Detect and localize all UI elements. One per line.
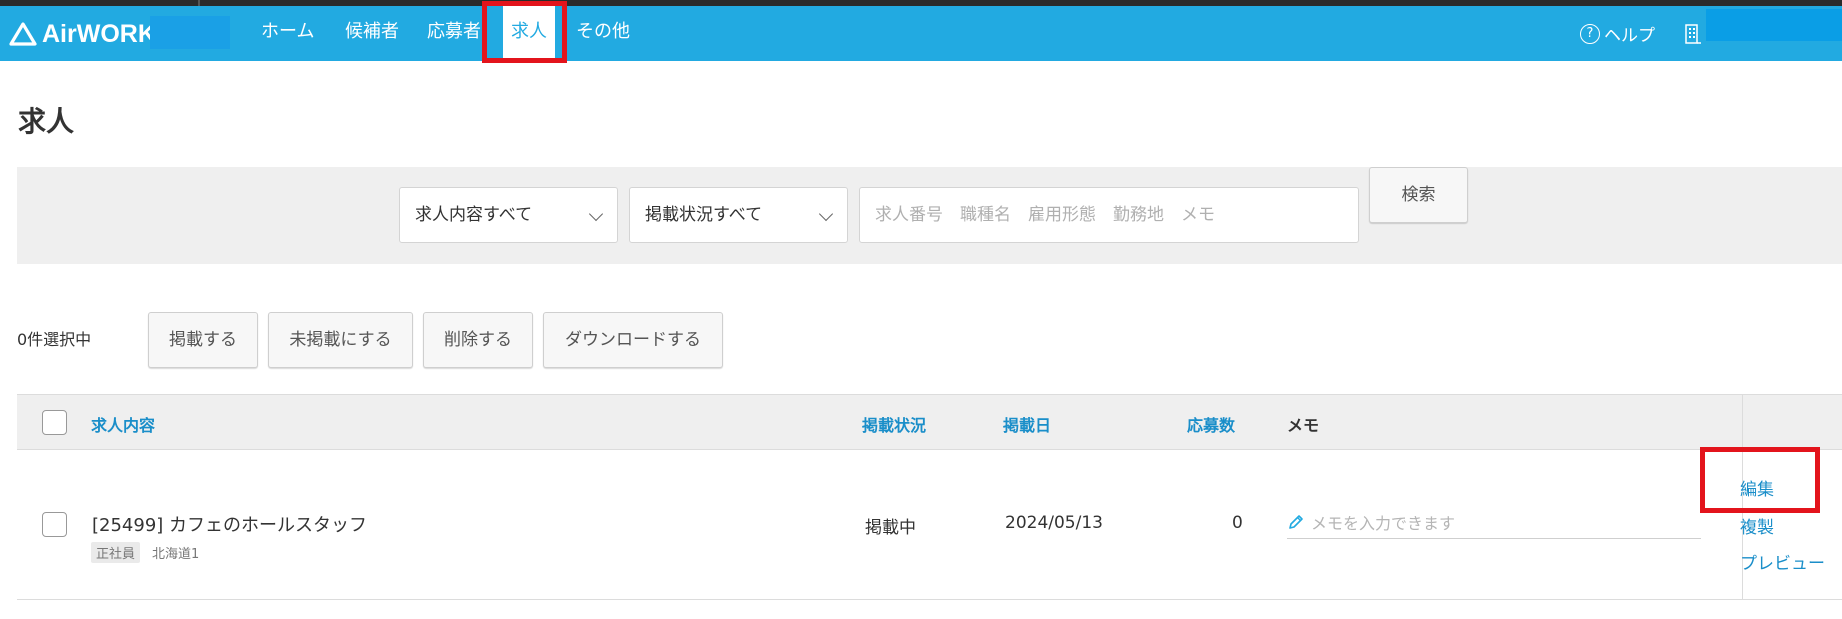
question-circle-icon: ? xyxy=(1580,23,1600,44)
search-button[interactable]: 検索 xyxy=(1369,167,1468,223)
building-icon xyxy=(1685,23,1701,44)
status-filter-value: 掲載状況すべて xyxy=(645,205,763,225)
highlight-frame-edit xyxy=(1700,447,1820,513)
column-applicants[interactable]: 応募数 xyxy=(1187,412,1235,436)
content-filter-select[interactable]: 求人内容すべて xyxy=(399,187,618,243)
memo-field[interactable]: メモを入力できます xyxy=(1287,505,1701,539)
nav-other[interactable]: その他 xyxy=(576,6,630,61)
memo-placeholder: メモを入力できます xyxy=(1311,513,1456,533)
unpublish-button[interactable]: 未掲載にする xyxy=(268,312,413,368)
redacted-area xyxy=(150,16,230,49)
pencil-icon xyxy=(1289,514,1303,529)
job-title[interactable]: [25499] カフェのホールスタッフ xyxy=(92,511,367,537)
nav-home[interactable]: ホーム xyxy=(261,6,314,61)
column-content[interactable]: 求人内容 xyxy=(91,412,155,436)
column-divider xyxy=(1742,395,1743,450)
help-label: ヘルプ xyxy=(1604,26,1655,46)
publish-button[interactable]: 掲載する xyxy=(148,312,258,368)
keyword-search-input[interactable] xyxy=(859,187,1359,243)
publish-date: 2024/05/13 xyxy=(1005,513,1103,533)
select-all-checkbox[interactable] xyxy=(42,410,67,435)
employment-type-badge: 正社員 xyxy=(91,542,141,563)
column-status[interactable]: 掲載状況 xyxy=(862,412,926,436)
table-row: [25499] カフェのホールスタッフ 正社員 北海道1 掲載中 2024/05… xyxy=(17,450,1842,600)
nav-candidates[interactable]: 候補者 xyxy=(345,6,399,61)
jobs-table-header: 求人内容 掲載状況 掲載日 応募数 メモ xyxy=(17,394,1842,450)
account-menu[interactable] xyxy=(1684,6,1702,61)
help-link[interactable]: ? ヘルプ xyxy=(1580,6,1655,61)
applicant-count: 0 xyxy=(1232,513,1243,533)
search-filter-bar: 求人内容すべて 掲載状況すべて 検索 xyxy=(17,167,1842,264)
preview-link[interactable]: プレビュー xyxy=(1740,549,1825,574)
publish-status: 掲載中 xyxy=(865,518,916,538)
download-button[interactable]: ダウンロードする xyxy=(543,312,723,368)
delete-button[interactable]: 削除する xyxy=(423,312,533,368)
logo-triangle-icon xyxy=(9,22,37,46)
global-nav: AirWORK ホーム 候補者 応募者 求人 その他 ? ヘルプ xyxy=(0,6,1842,61)
chevron-down-icon xyxy=(818,206,834,222)
chevron-down-icon xyxy=(588,206,604,222)
column-memo: メモ xyxy=(1287,416,1320,435)
logo-text: AirWORK xyxy=(42,19,156,48)
nav-applicants[interactable]: 応募者 xyxy=(427,6,481,61)
status-filter-select[interactable]: 掲載状況すべて xyxy=(629,187,848,243)
duplicate-link[interactable]: 複製 xyxy=(1740,513,1774,538)
selected-count: 0件選択中 xyxy=(17,330,92,349)
airwork-logo[interactable]: AirWORK xyxy=(8,20,156,48)
highlight-frame-nav-jobs xyxy=(482,1,567,63)
redacted-user-name xyxy=(1706,9,1842,41)
page-title: 求人 xyxy=(18,105,75,138)
row-checkbox[interactable] xyxy=(42,512,67,537)
content-filter-value: 求人内容すべて xyxy=(415,205,533,225)
column-date[interactable]: 掲載日 xyxy=(1003,412,1051,436)
job-location: 北海道1 xyxy=(152,547,200,562)
